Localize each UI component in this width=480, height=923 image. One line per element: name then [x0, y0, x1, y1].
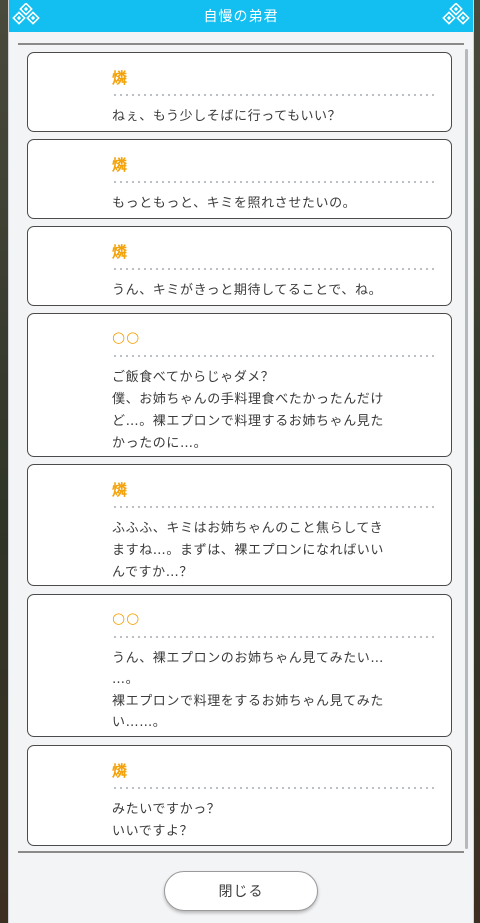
dialogue-line: んですか…？: [112, 565, 193, 580]
scrollbar[interactable]: [465, 49, 468, 849]
title-bar: 自慢の弟君: [9, 0, 473, 32]
dialogue-line: ねぇ、もう少しそばに行ってもいい？: [112, 109, 342, 124]
log-entry: 燐 もっともっと、キミを照れさせたいの。: [27, 139, 452, 219]
dialogue-line: いいですよ？: [112, 824, 194, 839]
speaker-name: 燐: [112, 243, 129, 261]
speaker-name: 燐: [112, 156, 129, 174]
dotted-divider: [112, 354, 434, 358]
log-entry: 燐 ふふふ、キミはお姉ちゃんのこと焦らしてき ますね…。まずは、裸エプロンになれ…: [27, 464, 452, 586]
dotted-divider: [112, 93, 434, 97]
divider: [18, 43, 464, 45]
speaker-name: ○○: [112, 328, 141, 346]
dialogue-line: うん、裸エプロンのお姉ちゃん見てみたい…: [112, 651, 385, 666]
diamond-ornament-icon: [441, 3, 471, 29]
log-entry: 燐 ねぇ、もう少しそばに行ってもいい？: [27, 52, 452, 132]
speaker-name: ○○: [112, 609, 141, 627]
log-entry: 燐 うん、キミがきっと期待してることで、ね。: [27, 226, 452, 306]
log-entry: ○○ ご飯食べてからじゃダメ？ 僕、お姉ちゃんの手料理食べたかったんだけ ど…。…: [27, 313, 452, 457]
dialogue-line: ますね…。まずは、裸エプロンになればいい: [112, 543, 385, 558]
dotted-divider: [112, 505, 434, 509]
log-entry: ○○ うん、裸エプロンのお姉ちゃん見てみたい… …。 裸エプロンで料理をするお姉…: [27, 594, 452, 737]
dotted-divider: [112, 267, 434, 271]
dialogue-line: ど…。裸エプロンで料理するお姉ちゃん見た: [112, 414, 385, 429]
dialogue-line: うん、キミがきっと期待してることで、ね。: [112, 283, 383, 298]
close-button[interactable]: 閉じる: [164, 871, 318, 911]
window-title: 自慢の弟君: [203, 9, 279, 25]
dotted-divider: [112, 786, 434, 790]
dialogue-line: ご飯食べてからじゃダメ？: [112, 370, 275, 385]
speaker-name: 燐: [112, 69, 129, 87]
dialogue-line: もっともっと、キミを照れさせたいの。: [112, 196, 357, 211]
speaker-name: 燐: [112, 481, 129, 499]
dialogue-line: かったのに…。: [112, 436, 208, 451]
dialogue-line: ふふふ、キミはお姉ちゃんのこと焦らしてき: [112, 521, 384, 536]
dialogue-line: みたいですかっ？: [112, 802, 221, 817]
dialogue-line: 裸エプロンで料理をするお姉ちゃん見てみた: [112, 694, 385, 709]
dialogue-line: い……。: [112, 715, 167, 730]
log-entry: 燐 みたいですかっ？ いいですよ？: [27, 745, 452, 846]
scrollbar-thumb[interactable]: [465, 49, 468, 849]
divider: [18, 851, 464, 853]
dialogue-line: …。: [112, 672, 140, 687]
dotted-divider: [112, 180, 434, 184]
backlog-panel: 自慢の弟君 燐 ねぇ、もう少しそばに行ってもいい？ 燐 もっともっと、キミを照れ…: [8, 0, 474, 923]
dialogue-line: 僕、お姉ちゃんの手料理食べたかったんだけ: [112, 392, 385, 407]
speaker-name: 燐: [112, 762, 129, 780]
diamond-ornament-icon: [11, 3, 41, 29]
dotted-divider: [112, 635, 434, 639]
